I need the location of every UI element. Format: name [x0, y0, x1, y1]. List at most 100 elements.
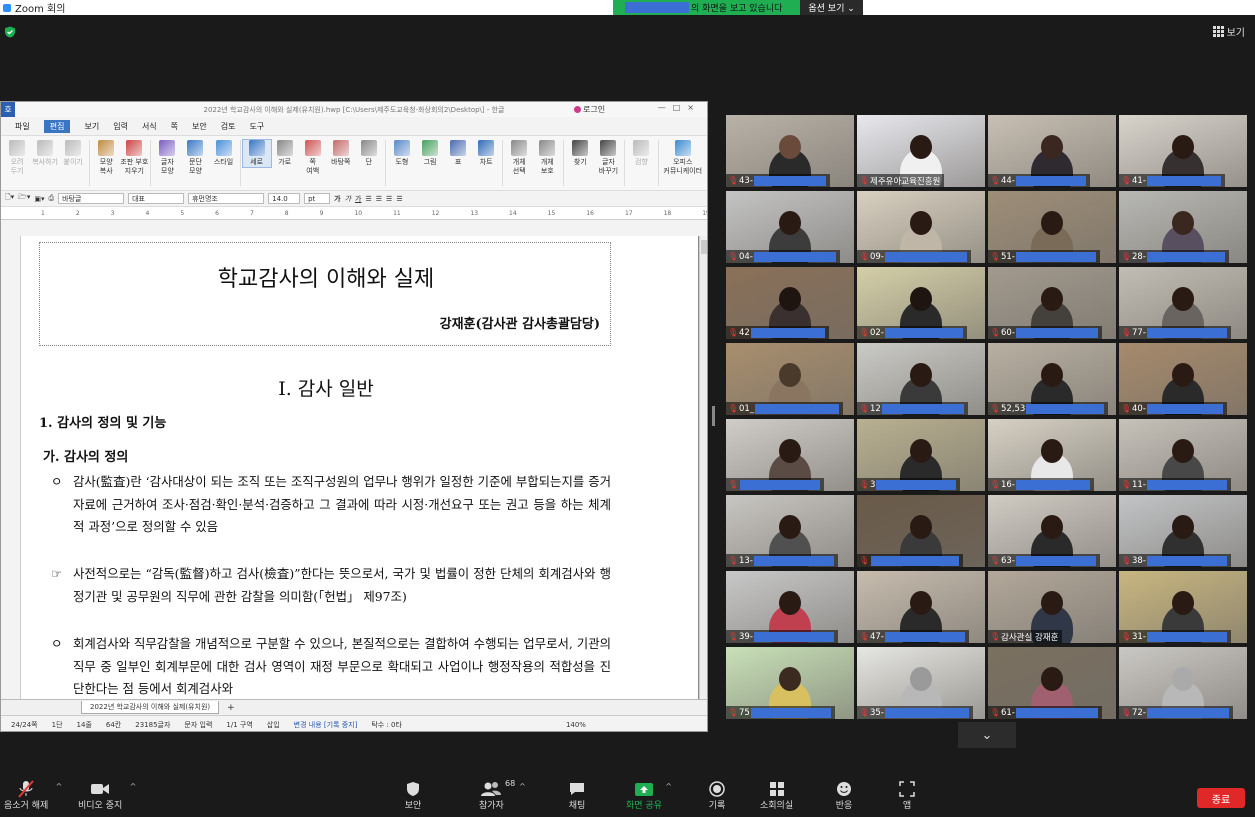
font-size-input[interactable]: 14.0: [268, 193, 301, 204]
view-options-button[interactable]: 옵션 보기 ⌄: [800, 0, 863, 15]
participant-tile[interactable]: 🎙 40-: [1119, 343, 1247, 415]
ribbon-button[interactable]: 모양 복사: [92, 140, 120, 176]
caret-up-icon[interactable]: ^: [665, 782, 672, 791]
participant-tile[interactable]: 🎙 63-: [988, 495, 1116, 567]
scroll-thumb[interactable]: [701, 240, 707, 254]
participants-button[interactable]: 68 참가자 ^: [479, 779, 526, 811]
gallery-scroll-down-button[interactable]: ⌄: [958, 722, 1016, 748]
security-button[interactable]: 보안: [402, 780, 424, 811]
menu-item[interactable]: 입력: [113, 121, 128, 132]
participant-tile[interactable]: 🎙 제주유아교육진흥원: [857, 115, 985, 187]
participant-tile[interactable]: 🎙: [726, 419, 854, 491]
participant-tile[interactable]: 🎙 감사관실 강재훈: [988, 571, 1116, 643]
breakout-rooms-button[interactable]: 소회의실: [760, 780, 793, 811]
share-screen-button[interactable]: 화면 공유 ^: [626, 780, 672, 811]
participant-tile[interactable]: 🎙 3: [857, 419, 985, 491]
add-tab-icon[interactable]: +: [227, 703, 235, 713]
new-doc-icon[interactable]: 🗋▾: [5, 193, 14, 204]
ribbon-button[interactable]: 단: [355, 140, 383, 167]
ribbon-button[interactable]: 쪽 여백: [299, 140, 327, 176]
ribbon-button[interactable]: 개체 보호: [533, 140, 561, 176]
ribbon-button[interactable]: 표: [444, 140, 472, 167]
participant-tile[interactable]: 🎙 51-: [988, 191, 1116, 263]
participant-tile[interactable]: 🎙 42: [726, 267, 854, 339]
participant-tile[interactable]: 🎙 60-: [988, 267, 1116, 339]
participant-tile[interactable]: 🎙 11-: [1119, 419, 1247, 491]
stop-video-button[interactable]: 비디오 중지 ^: [78, 780, 136, 811]
apps-button[interactable]: 앱: [896, 780, 918, 811]
window-controls[interactable]: —□×: [658, 103, 701, 112]
save-icon[interactable]: ▣▾: [34, 195, 44, 203]
print-icon[interactable]: ⎙: [49, 194, 55, 203]
document-tab[interactable]: 2022년 학교감사의 이해와 실제(유치원): [81, 701, 220, 714]
participant-tile[interactable]: 🎙 09-: [857, 191, 985, 263]
ribbon-button[interactable]: 오피스 커뮤니케이터: [660, 140, 705, 176]
underline-icon[interactable]: 가: [355, 194, 361, 204]
ribbon-button[interactable]: 글자 바꾸기: [594, 140, 622, 176]
ribbon-button[interactable]: 문단 모양: [181, 140, 209, 176]
align-center-icon[interactable]: ☰: [376, 195, 382, 203]
participant-tile[interactable]: 🎙 77-: [1119, 267, 1247, 339]
end-meeting-button[interactable]: 종료: [1197, 788, 1245, 808]
ribbon-button[interactable]: 찾기: [566, 140, 594, 167]
participant-tile[interactable]: 🎙 13-: [726, 495, 854, 567]
participant-tile[interactable]: 🎙 38-: [1119, 495, 1247, 567]
participant-tile[interactable]: 🎙 44-: [988, 115, 1116, 187]
bold-icon[interactable]: 가: [334, 194, 340, 204]
ribbon-button[interactable]: 검향: [627, 140, 655, 167]
open-icon[interactable]: 🗁▾: [18, 193, 30, 204]
ribbon-button[interactable]: 복사하기: [31, 140, 59, 167]
chat-button[interactable]: 채팅: [566, 780, 588, 811]
login-button[interactable]: 로그인: [574, 104, 605, 115]
status-item[interactable]: 140%: [566, 721, 586, 729]
reactions-button[interactable]: 반응: [833, 780, 855, 811]
ribbon-button[interactable]: 오려 두기: [3, 140, 31, 176]
ruler[interactable]: 12345678910111213141516171819: [1, 207, 707, 220]
align-left-icon[interactable]: ☰: [365, 195, 371, 203]
ribbon-button[interactable]: 붙이기: [59, 140, 87, 167]
menu-item[interactable]: 편집: [43, 119, 71, 133]
participant-tile[interactable]: 🎙 39-: [726, 571, 854, 643]
lang-select[interactable]: 대표: [128, 193, 185, 204]
participant-tile[interactable]: 🎙 61-: [988, 647, 1116, 719]
participant-tile[interactable]: 🎙 35-: [857, 647, 985, 719]
menu-item[interactable]: 보안: [192, 121, 207, 132]
document-page[interactable]: 학교감사의 이해와 실제 강재훈(감사관 감사총괄담당) Ⅰ. 감사 일반 1.…: [21, 236, 698, 699]
ribbon-button[interactable]: 차트: [472, 140, 500, 167]
participant-tile[interactable]: 🎙 04-: [726, 191, 854, 263]
vertical-scrollbar[interactable]: [699, 236, 707, 699]
participant-tile[interactable]: 🎙 52,53: [988, 343, 1116, 415]
menu-item[interactable]: 쪽: [171, 121, 178, 132]
caret-up-icon[interactable]: ^: [519, 782, 526, 791]
italic-icon[interactable]: 가: [345, 194, 351, 204]
participant-tile[interactable]: 🎙 72-: [1119, 647, 1247, 719]
view-layout-button[interactable]: 보기: [1212, 24, 1245, 39]
menu-item[interactable]: 검토: [221, 121, 236, 132]
participant-tile[interactable]: 🎙 16-: [988, 419, 1116, 491]
unmute-button[interactable]: 음소거 해제 ^: [4, 780, 62, 811]
participant-tile[interactable]: 🎙 12: [857, 343, 985, 415]
ribbon-button[interactable]: 스타일: [209, 140, 237, 167]
ribbon-button[interactable]: 세로: [241, 139, 272, 168]
participant-tile[interactable]: 🎙 02-: [857, 267, 985, 339]
menu-item[interactable]: 서식: [142, 121, 157, 132]
caret-up-icon[interactable]: ^: [130, 782, 137, 791]
menu-item[interactable]: 파일: [15, 121, 30, 132]
unit-select[interactable]: pt: [304, 193, 331, 204]
ribbon-button[interactable]: 그림: [416, 140, 444, 167]
participant-tile[interactable]: 🎙 43-: [726, 115, 854, 187]
ribbon-button[interactable]: 글자 모양: [153, 140, 181, 176]
ribbon-button[interactable]: 가로: [271, 140, 299, 167]
ribbon-button[interactable]: 바탕쪽: [327, 140, 355, 167]
participant-tile[interactable]: 🎙 47-: [857, 571, 985, 643]
font-select[interactable]: 휴먼명조: [188, 193, 265, 204]
participant-tile[interactable]: 🎙 75: [726, 647, 854, 719]
participant-tile[interactable]: 🎙: [857, 495, 985, 567]
caret-up-icon[interactable]: ^: [56, 782, 63, 791]
align-justify-icon[interactable]: ☰: [396, 195, 402, 203]
ribbon-button[interactable]: 도형: [388, 140, 416, 167]
style-select[interactable]: 바탕글: [58, 193, 125, 204]
participant-tile[interactable]: 🎙 01_: [726, 343, 854, 415]
participant-tile[interactable]: 🎙 41-: [1119, 115, 1247, 187]
menu-item[interactable]: 도구: [250, 121, 265, 132]
